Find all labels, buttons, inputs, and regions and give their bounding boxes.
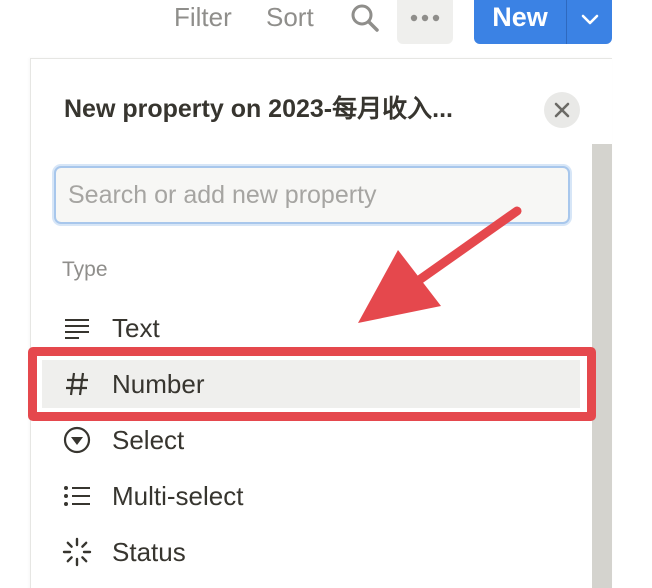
database-view: Filter Sort New New property on 2023-每月收… — [0, 0, 652, 588]
annotation-arrow-icon — [358, 206, 522, 323]
